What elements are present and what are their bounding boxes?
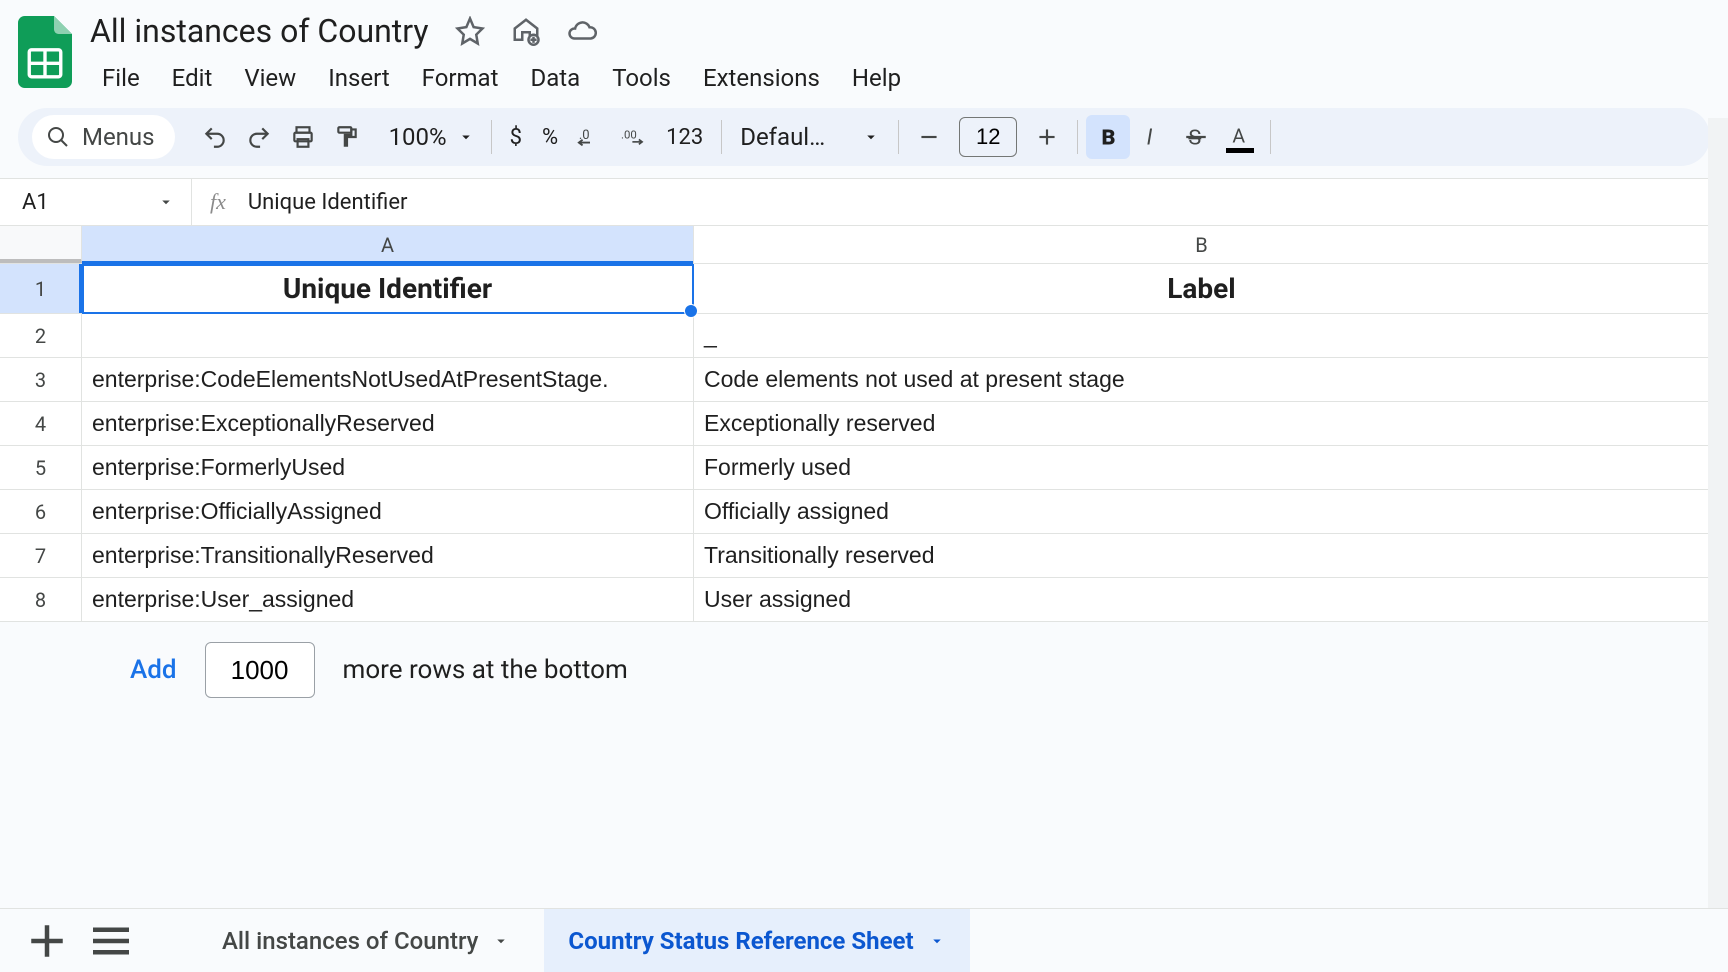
- decrease-font-size-button[interactable]: [907, 115, 951, 159]
- svg-text:.00: .00: [621, 128, 637, 142]
- italic-button[interactable]: I: [1130, 115, 1174, 159]
- sheets-app-icon[interactable]: [18, 16, 72, 86]
- menu-file[interactable]: File: [86, 58, 156, 98]
- search-menus[interactable]: Menus: [32, 115, 175, 159]
- move-icon[interactable]: [511, 16, 541, 46]
- menu-view[interactable]: View: [228, 58, 312, 98]
- sheet-tab-bar: All instances of Country Country Status …: [0, 908, 1728, 972]
- sheet-tab[interactable]: All instances of Country: [198, 909, 534, 972]
- chevron-down-icon: [492, 932, 510, 950]
- menu-data[interactable]: Data: [514, 58, 596, 98]
- cell[interactable]: enterprise:TransitionallyReserved: [82, 534, 694, 577]
- bold-button[interactable]: B: [1086, 115, 1130, 159]
- fx-icon: fx: [192, 189, 244, 215]
- zoom-dropdown[interactable]: 100%: [381, 123, 483, 151]
- vertical-scrollbar[interactable]: [1708, 118, 1728, 908]
- cell[interactable]: [82, 314, 694, 357]
- chevron-down-icon: [157, 193, 175, 211]
- menu-insert[interactable]: Insert: [312, 58, 405, 98]
- more-formats-button[interactable]: 123: [656, 125, 713, 150]
- undo-button[interactable]: [193, 115, 237, 159]
- font-family-dropdown[interactable]: Defaul…: [730, 123, 890, 151]
- currency-button[interactable]: $: [500, 125, 532, 150]
- row-header[interactable]: 7: [0, 534, 82, 577]
- chevron-down-icon: [928, 932, 946, 950]
- row-header[interactable]: 3: [0, 358, 82, 401]
- row-header[interactable]: 5: [0, 446, 82, 489]
- sheet-tab-label: Country Status Reference Sheet: [568, 927, 913, 955]
- zoom-value: 100%: [389, 123, 447, 151]
- cloud-status-icon[interactable]: [567, 16, 597, 46]
- svg-text:A: A: [1233, 124, 1246, 147]
- add-rows-count-input[interactable]: [205, 642, 315, 698]
- menu-format[interactable]: Format: [406, 58, 515, 98]
- cell[interactable]: enterprise:ExceptionallyReserved: [82, 402, 694, 445]
- select-all-corner[interactable]: [0, 226, 82, 263]
- cell[interactable]: enterprise:CodeElementsNotUsedAtPresentS…: [82, 358, 694, 401]
- decrease-decimal-button[interactable]: .0: [568, 115, 612, 159]
- search-menus-label: Menus: [82, 123, 155, 151]
- menu-edit[interactable]: Edit: [156, 58, 229, 98]
- row-header[interactable]: 6: [0, 490, 82, 533]
- cell[interactable]: Formerly used: [694, 446, 1710, 489]
- strikethrough-button[interactable]: S: [1174, 115, 1218, 159]
- font-size-input[interactable]: [959, 117, 1017, 157]
- search-icon: [46, 125, 70, 149]
- cell[interactable]: Transitionally reserved: [694, 534, 1710, 577]
- cell[interactable]: enterprise:FormerlyUsed: [82, 446, 694, 489]
- menu-bar: File Edit View Insert Format Data Tools …: [86, 58, 917, 98]
- toolbar: Menus 100% $ % .0 .00 123 Defaul…: [18, 108, 1710, 166]
- svg-text:B: B: [1102, 126, 1116, 150]
- sheet-tab[interactable]: Country Status Reference Sheet: [544, 909, 969, 972]
- separator: [721, 120, 722, 154]
- paint-format-button[interactable]: [325, 115, 369, 159]
- separator: [1077, 120, 1078, 154]
- row-header[interactable]: 8: [0, 578, 82, 621]
- menu-tools[interactable]: Tools: [596, 58, 687, 98]
- increase-decimal-button[interactable]: .00: [612, 115, 656, 159]
- percent-button[interactable]: %: [532, 125, 568, 150]
- document-title[interactable]: All instances of Country: [86, 10, 433, 52]
- cell[interactable]: User assigned: [694, 578, 1710, 621]
- cell[interactable]: Exceptionally reserved: [694, 402, 1710, 445]
- column-header-b[interactable]: B: [694, 226, 1710, 263]
- menu-extensions[interactable]: Extensions: [687, 58, 836, 98]
- redo-button[interactable]: [237, 115, 281, 159]
- increase-font-size-button[interactable]: [1025, 115, 1069, 159]
- name-box[interactable]: A1: [0, 179, 192, 225]
- svg-text:I: I: [1147, 126, 1153, 150]
- cell[interactable]: enterprise:OfficiallyAssigned: [82, 490, 694, 533]
- add-rows-control: Add more rows at the bottom: [0, 622, 1728, 698]
- separator: [491, 120, 492, 154]
- sheet-tab-label: All instances of Country: [222, 927, 478, 955]
- separator: [1270, 120, 1271, 154]
- cell-a1[interactable]: Unique Identifier: [82, 264, 694, 313]
- text-color-button[interactable]: A: [1218, 115, 1262, 159]
- formula-bar: A1 fx Unique Identifier: [0, 178, 1728, 226]
- font-name-label: Defaul…: [740, 123, 825, 151]
- row-header[interactable]: 2: [0, 314, 82, 357]
- row-header-1[interactable]: 1: [0, 264, 82, 313]
- spreadsheet-grid[interactable]: A B 1 Unique Identifier Label 2 _ 3 ente…: [0, 226, 1728, 622]
- row-header[interactable]: 4: [0, 402, 82, 445]
- cell-b1[interactable]: Label: [694, 264, 1710, 313]
- print-button[interactable]: [281, 115, 325, 159]
- add-sheet-button[interactable]: [20, 914, 74, 968]
- separator: [898, 120, 899, 154]
- add-rows-suffix: more rows at the bottom: [343, 655, 628, 685]
- all-sheets-button[interactable]: [84, 914, 138, 968]
- column-header-a[interactable]: A: [82, 226, 694, 263]
- cell[interactable]: Officially assigned: [694, 490, 1710, 533]
- star-icon[interactable]: [455, 16, 485, 46]
- cell[interactable]: _: [694, 314, 1710, 357]
- title-bar: All instances of Country File Edit View …: [0, 0, 1728, 98]
- menu-help[interactable]: Help: [836, 58, 917, 98]
- name-box-value: A1: [22, 190, 49, 215]
- cell[interactable]: Code elements not used at present stage: [694, 358, 1710, 401]
- add-rows-button[interactable]: Add: [130, 655, 177, 685]
- cell[interactable]: enterprise:User_assigned: [82, 578, 694, 621]
- formula-input[interactable]: Unique Identifier: [244, 190, 1728, 215]
